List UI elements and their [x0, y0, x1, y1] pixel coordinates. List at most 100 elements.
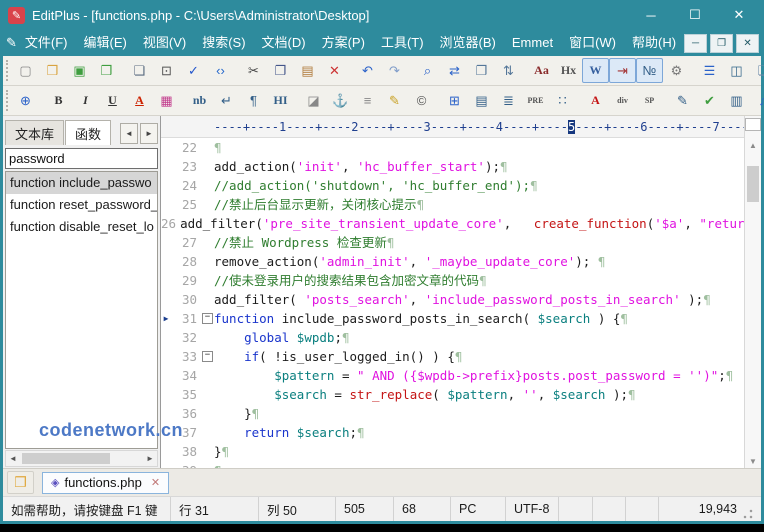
tab-scroll-left-icon[interactable]: ◄: [120, 123, 138, 144]
print-icon[interactable]: ⊡: [153, 58, 180, 83]
hscroll-left-icon[interactable]: ◄: [6, 454, 20, 463]
insert-table-icon[interactable]: ⊞: [441, 88, 468, 113]
redo-icon[interactable]: ↷: [381, 58, 408, 83]
menu-item[interactable]: 窗口(W): [561, 31, 624, 55]
span-tag-icon[interactable]: SP: [636, 88, 663, 113]
tab-cliptext[interactable]: 文本库: [5, 120, 64, 145]
fold-toggle-icon[interactable]: −: [201, 313, 214, 324]
menu-item[interactable]: Emmet: [504, 31, 561, 55]
pre-tag-icon[interactable]: PRE: [522, 88, 549, 113]
function-list-item[interactable]: function include_passwo: [6, 172, 157, 194]
sidebar-hscrollbar[interactable]: ◄ ►: [5, 450, 158, 467]
editplus-logo-icon[interactable]: ✎: [8, 7, 25, 24]
color-palette-icon[interactable]: ▦: [153, 88, 180, 113]
preferences-icon[interactable]: ⚙: [663, 58, 690, 83]
menu-item[interactable]: 帮助(H): [624, 31, 684, 55]
undo-icon[interactable]: ↶: [354, 58, 381, 83]
script-edit-icon[interactable]: ✎: [669, 88, 696, 113]
bold-icon[interactable]: B: [45, 88, 72, 113]
menu-item[interactable]: 编辑(E): [76, 31, 135, 55]
mdi-close-button[interactable]: ✕: [736, 34, 759, 53]
save-icon[interactable]: ▣: [66, 58, 93, 83]
find-in-files-icon[interactable]: ❐: [468, 58, 495, 83]
line-numbers-icon[interactable]: №: [636, 58, 663, 83]
tab-scroll-right-icon[interactable]: ►: [140, 123, 158, 144]
print-preview-icon[interactable]: ❏: [126, 58, 153, 83]
paste-icon[interactable]: ▤: [294, 58, 321, 83]
hex-view-icon[interactable]: Hx: [555, 58, 582, 83]
split-handle[interactable]: [745, 118, 761, 131]
document-menu-icon[interactable]: ✎: [6, 35, 17, 51]
menu-item[interactable]: 方案(P): [314, 31, 373, 55]
toolbar-grip[interactable]: [6, 90, 8, 111]
menu-item[interactable]: 工具(T): [373, 31, 432, 55]
doc-tab-functions-php[interactable]: ◈ functions.php ✕: [42, 472, 169, 494]
editor-vscrollbar[interactable]: ▲ ▼: [744, 116, 761, 468]
heading-icon[interactable]: HI: [267, 88, 294, 113]
music-icon[interactable]: ♫: [750, 88, 764, 113]
html-code-icon[interactable]: ‹›: [207, 58, 234, 83]
set-font-icon[interactable]: Aa: [528, 58, 555, 83]
function-list-item[interactable]: function reset_password_: [6, 194, 157, 216]
code-editor-surface[interactable]: 22¶23add_action('init', 'hc_buffer_start…: [161, 138, 744, 468]
tile-windows-icon[interactable]: ◫: [723, 58, 750, 83]
anchor-icon[interactable]: ⚓: [327, 88, 354, 113]
tab-functions[interactable]: 函数: [65, 120, 111, 145]
folder-icon[interactable]: ❒: [7, 471, 34, 494]
document-list-icon[interactable]: ☰: [696, 58, 723, 83]
hscroll-thumb[interactable]: [22, 453, 110, 464]
menu-item[interactable]: 文档(D): [254, 31, 314, 55]
cut-icon[interactable]: ✂: [240, 58, 267, 83]
toolbar-grip[interactable]: [6, 60, 8, 81]
vscroll-down-icon[interactable]: ▼: [746, 455, 760, 468]
page-preview-icon[interactable]: ❏: [750, 58, 764, 83]
hscroll-right-icon[interactable]: ►: [143, 454, 157, 463]
movie-icon[interactable]: ▥: [723, 88, 750, 113]
italic-icon[interactable]: I: [72, 88, 99, 113]
sort-icon[interactable]: ⇅: [495, 58, 522, 83]
paragraph-mark-icon[interactable]: ¶: [240, 88, 267, 113]
div-tag-icon[interactable]: div: [609, 88, 636, 113]
highlight-edit-icon[interactable]: ✎: [381, 88, 408, 113]
menu-item[interactable]: 搜索(S): [194, 31, 253, 55]
delete-icon[interactable]: ✕: [321, 58, 348, 83]
minimize-button[interactable]: ─: [629, 0, 673, 30]
replace-icon[interactable]: ⇄: [441, 58, 468, 83]
copyright-symbol-icon[interactable]: ©: [408, 88, 435, 113]
nbsp-icon[interactable]: nb: [186, 88, 213, 113]
mdi-restore-button[interactable]: ❐: [710, 34, 733, 53]
copy-icon[interactable]: ❐: [267, 58, 294, 83]
line-number: 29: [171, 271, 201, 290]
vscroll-thumb[interactable]: [747, 166, 759, 202]
find-icon[interactable]: ⌕: [414, 58, 441, 83]
font-color-icon[interactable]: A: [126, 88, 153, 113]
indent-guide-icon[interactable]: ⇥: [609, 58, 636, 83]
fold-toggle-icon[interactable]: −: [201, 351, 214, 362]
bullet-list-icon[interactable]: ∷: [549, 88, 576, 113]
doc-tab-close-icon[interactable]: ✕: [151, 476, 160, 489]
horizontal-rule-icon[interactable]: ≡: [354, 88, 381, 113]
browser-icon[interactable]: ⊕: [12, 88, 39, 113]
function-filter-input[interactable]: [5, 148, 158, 169]
layout-block-icon[interactable]: ▤: [468, 88, 495, 113]
line-break-icon[interactable]: ↵: [213, 88, 240, 113]
maximize-button[interactable]: ☐: [673, 0, 717, 30]
check-edit-icon[interactable]: ✔: [696, 88, 723, 113]
menu-item[interactable]: 浏览器(B): [432, 31, 504, 55]
open-file-icon[interactable]: ❒: [39, 58, 66, 83]
mdi-minimize-button[interactable]: ─: [684, 34, 707, 53]
spell-check-icon[interactable]: ✓: [180, 58, 207, 83]
word-wrap-icon[interactable]: W: [582, 58, 609, 83]
function-list-item[interactable]: function disable_reset_lo: [6, 216, 157, 238]
underline-icon[interactable]: U: [99, 88, 126, 113]
insert-image-icon[interactable]: ◪: [300, 88, 327, 113]
save-all-icon[interactable]: ❒: [93, 58, 120, 83]
center-text-icon[interactable]: ≣: [495, 88, 522, 113]
vscroll-up-icon[interactable]: ▲: [746, 139, 760, 152]
new-file-icon[interactable]: ▢: [12, 58, 39, 83]
menu-item[interactable]: 视图(V): [135, 31, 194, 55]
menu-item[interactable]: 文件(F): [17, 31, 76, 55]
styled-text-icon[interactable]: A: [582, 88, 609, 113]
resize-grip[interactable]: [743, 509, 753, 519]
close-button[interactable]: ✕: [717, 0, 761, 30]
